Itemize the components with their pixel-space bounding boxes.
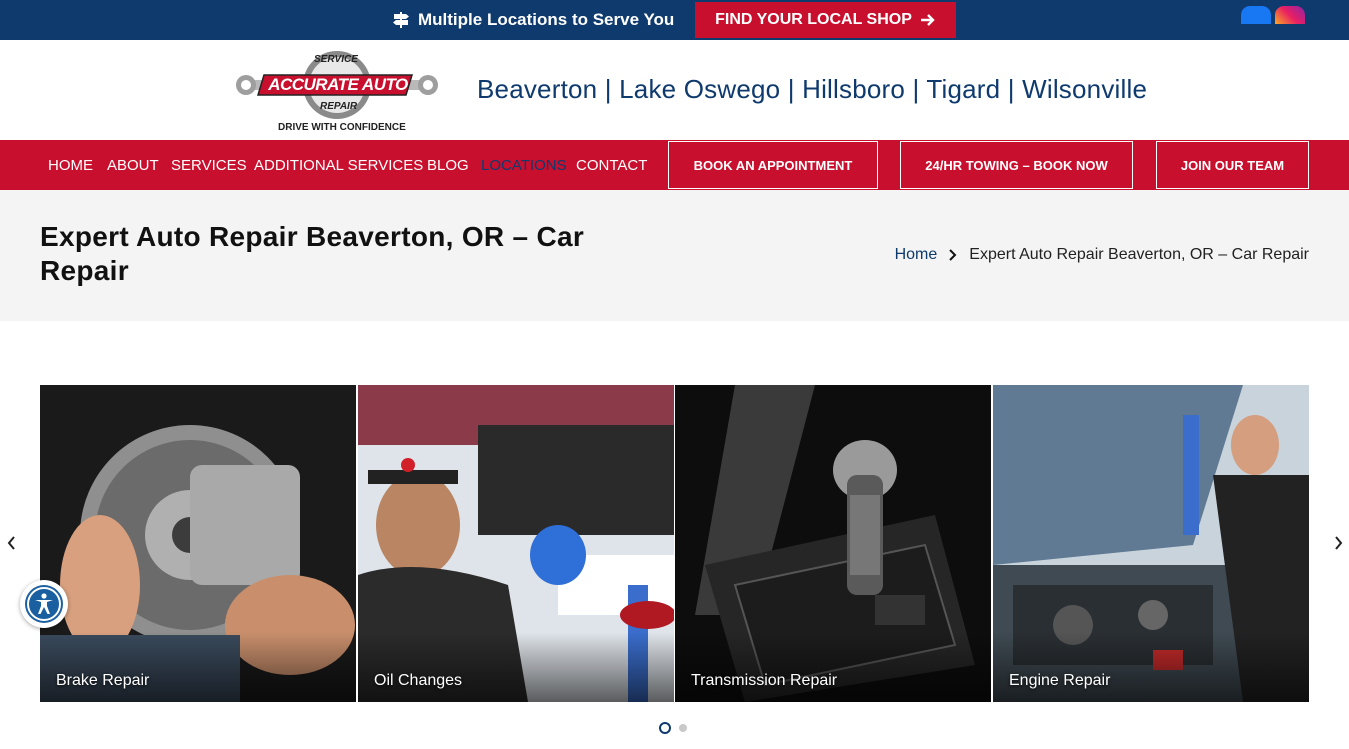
card-shade [40,632,356,702]
top-bar: Multiple Locations to Serve You FIND YOU… [0,0,1349,40]
chevron-right-icon [949,249,957,261]
find-local-shop-button[interactable]: FIND YOUR LOCAL SHOP [695,2,956,38]
logo-tagline: DRIVE WITH CONFIDENCE [278,122,406,133]
services-carousel: Brake Repair Oil Changes Transmission Re… [40,385,1309,702]
nav-blog[interactable]: BLOG [427,157,469,174]
chevron-right-icon [1334,536,1342,550]
card-shade [358,632,674,702]
city-list: Beaverton | Lake Oswego | Hillsboro | Ti… [477,74,1148,104]
service-card-label: Transmission Repair [691,672,838,689]
locations-message: Multiple Locations to Serve You [392,10,674,30]
breadcrumb-home[interactable]: Home [895,246,938,264]
service-card-label: Oil Changes [374,672,463,689]
locations-text: Multiple Locations to Serve You [418,10,675,29]
book-appointment-label: BOOK AN APPOINTMENT [693,157,853,173]
join-our-team-label: JOIN OUR TEAM [1180,157,1285,173]
page-title-bar: Expert Auto Repair Beaverton, OR – Car R… [0,190,1349,321]
nav-about[interactable]: ABOUT [107,157,159,174]
accessibility-icon [25,585,63,623]
nav-locations[interactable]: LOCATIONS [481,157,567,174]
service-card-brake-repair[interactable]: Brake Repair [40,385,356,702]
main-nav: HOME ABOUT SERVICES ADDITIONAL SERVICES … [0,140,1349,190]
find-local-shop-label: FIND YOUR LOCAL SHOP [715,11,912,28]
service-card-engine-repair[interactable]: Engine Repair [993,385,1309,702]
book-appointment-button[interactable]: BOOK AN APPOINTMENT [668,141,878,189]
service-card-label: Brake Repair [56,672,150,689]
logo-main-text: ACCURATE AUTO [268,75,408,94]
instagram-icon[interactable] [1275,6,1305,24]
carousel-prev-arrow[interactable] [1,533,21,553]
site-logo[interactable]: SERVICE ACCURATE AUTO REPAIR DRIVE WITH … [234,48,440,136]
join-our-team-button[interactable]: JOIN OUR TEAM [1156,141,1309,189]
card-shade [993,632,1309,702]
towing-book-now-button[interactable]: 24/HR TOWING – BOOK NOW [900,141,1133,189]
nav-contact[interactable]: CONTACT [576,157,647,174]
service-card-label: Engine Repair [1009,672,1111,689]
facebook-icon[interactable] [1241,6,1271,24]
breadcrumb: Home Expert Auto Repair Beaverton, OR – … [895,246,1309,264]
social-links [1241,6,1305,24]
page-title: Expert Auto Repair Beaverton, OR – Car R… [40,221,585,286]
carousel-dot-1[interactable] [659,722,671,734]
breadcrumb-current: Expert Auto Repair Beaverton, OR – Car R… [969,246,1309,263]
towing-book-now-label: 24/HR TOWING – BOOK NOW [925,157,1108,173]
service-card-oil-changes[interactable]: Oil Changes [358,385,674,702]
accessibility-button[interactable] [20,580,68,628]
signpost-icon [393,12,409,28]
logo-top-text: SERVICE [314,54,358,65]
carousel-pagination [659,722,687,734]
site-header: SERVICE ACCURATE AUTO REPAIR DRIVE WITH … [0,40,1349,140]
logo-bottom-text: REPAIR [320,101,358,112]
nav-services[interactable]: SERVICES [171,157,247,174]
nav-additional-services[interactable]: ADDITIONAL SERVICES [254,157,423,174]
card-shade [675,632,991,702]
carousel-next-arrow[interactable] [1328,533,1348,553]
service-card-transmission-repair[interactable]: Transmission Repair [675,385,991,702]
carousel-dot-2[interactable] [679,724,687,732]
nav-home[interactable]: HOME [48,157,93,174]
chevron-left-icon [7,536,15,550]
arrow-right-icon [920,14,935,26]
